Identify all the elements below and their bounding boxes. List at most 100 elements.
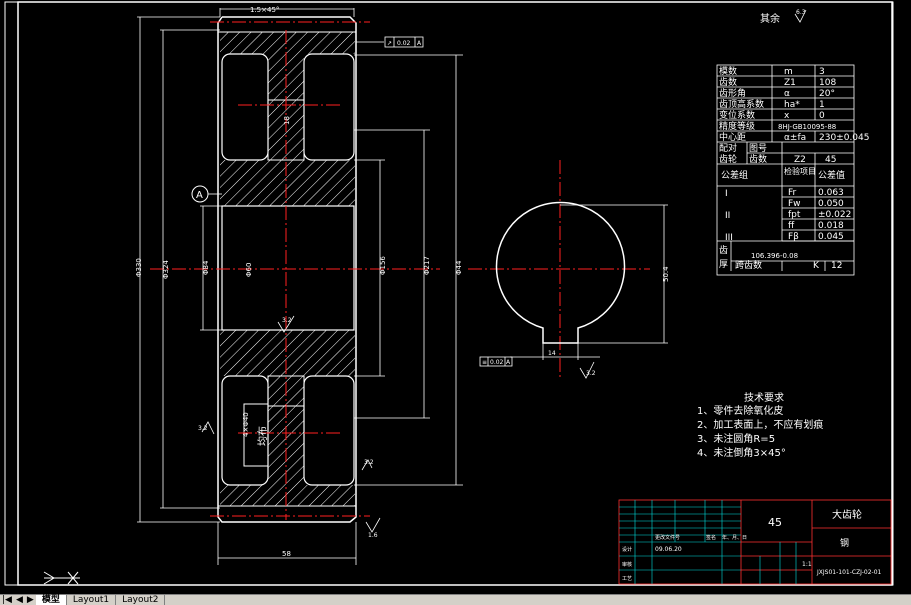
dim-key-depth: 50.4 [662, 266, 670, 282]
roughness-mark-a: 3.2 [282, 317, 292, 324]
title-block-text: 45 大齿轮 钢 JXJS01-101-CZJ-02-01 1:1 09.06.… [622, 508, 882, 582]
ucs-icon [43, 571, 80, 585]
tech-item-3: 3、未注圆角R=5 [697, 432, 775, 445]
tol-header-item: 检验项目 [784, 166, 816, 176]
title-col-6: 年、月、日 [722, 534, 747, 541]
tol-value-3: 0.018 [818, 221, 844, 231]
tol-group-2: II [725, 211, 730, 221]
gtol-key-ref: A [506, 359, 511, 366]
gtol-top-value: 0.02 [397, 40, 411, 47]
dim-width: 58 [282, 550, 291, 558]
title-col-5: 签名 [706, 534, 716, 541]
span-val: 12 [831, 261, 842, 271]
title-col-4: 更改文件号 [655, 534, 680, 541]
cad-canvas[interactable]: 1.5×45° 58 18 Φ330 Φ324 Φ84 Φ156 Φ217 Φ4… [0, 0, 911, 594]
param-name-2: 齿形角 [719, 87, 746, 99]
param-name-5: 精度等级 [719, 120, 755, 132]
drawing-date: 09.06.20 [655, 546, 682, 553]
tol-value-0: 0.063 [818, 188, 844, 198]
holes-note: 均布 [257, 426, 269, 446]
dim-chamfer-top: 1.5×45° [250, 6, 279, 14]
title-role-1: 设计 [622, 546, 632, 553]
tol-item-4: Fβ [788, 232, 799, 242]
tol-item-2: fpt [788, 210, 801, 220]
dim-root: Φ324 [162, 260, 170, 279]
roughness-mark-e: 1.6 [368, 532, 378, 539]
tol-item-3: ff [788, 221, 795, 231]
param-val-4: 0 [819, 111, 825, 121]
part-name: 大齿轮 [832, 508, 862, 521]
param-sym-1: Z1 [784, 78, 796, 88]
param-val-6: 230±0.045 [819, 133, 869, 143]
tooth-label-a: 齿 [719, 245, 728, 256]
tol-value-4: 0.045 [818, 232, 844, 242]
tech-requirements: 技术要求 1、零件去除氧化皮 2、加工表面上，不应有划痕 3、未注圆角R=5 4… [697, 391, 823, 459]
param-val-1: 108 [819, 78, 836, 88]
param-name-1: 齿数 [719, 76, 737, 88]
param-sym-4: x [784, 111, 790, 121]
tol-value-2: ±0.022 [818, 210, 851, 220]
gtol-top-ref: A [417, 40, 422, 47]
span-sym: K [813, 261, 820, 271]
material-value: 45 [768, 516, 782, 529]
mating-col-2: 齿数 [749, 153, 767, 165]
gtol-top[interactable]: ↗ 0.02 A [356, 36, 424, 48]
svg-text:≡: ≡ [482, 359, 487, 366]
mating-sym: Z2 [794, 155, 806, 165]
param-rows: 模数 m 3 齿数 Z1 108 齿形角 α 20° 齿顶高系数 ha* 1 变位系数 x 0 精度等级 8HJ… [717, 65, 869, 271]
roughness-mark-d: 3.2 [586, 370, 596, 377]
mating-col-1: 图号 [749, 143, 767, 154]
param-val-2: 20° [819, 89, 835, 99]
datum-label: A [196, 190, 203, 201]
dim-holes-count: 4×Φ40 [242, 412, 250, 437]
param-val-3: 1 [819, 100, 825, 110]
tech-item-1: 1、零件去除氧化皮 [697, 404, 783, 417]
svg-text:↗: ↗ [387, 40, 392, 47]
param-name-0: 模数 [719, 65, 737, 77]
bore-side-view[interactable]: 50.4 14 ≡ 0.02 A [479, 201, 670, 367]
tol-header-group: 公差组 [721, 169, 748, 181]
tol-item-0: Fr [788, 188, 797, 198]
layout-tab-bar: |◀ ◀ ▶ 模型 Layout1 Layout2 [0, 594, 911, 605]
drawing-frame-inner [17, 1, 893, 586]
material-name: 钢 [840, 537, 849, 549]
dim-holes: Φ217 [423, 256, 431, 275]
roughness-general: 其余 [760, 12, 780, 25]
tech-title: 技术要求 [744, 391, 784, 404]
mating-label-1: 配对 [719, 142, 737, 154]
dim-holeloc: Φ156 [379, 256, 387, 275]
tooth-value: 106.396-0.08 [751, 252, 798, 260]
dim-outer: Φ330 [135, 258, 143, 277]
param-val-0: 3 [819, 67, 825, 77]
roughness-top-value: 6.3 [796, 9, 806, 16]
gtol-key-value: 0.02 [490, 359, 504, 366]
dim-hole-d: Φ60 [245, 263, 253, 277]
drawing-number: JXJS01-101-CZJ-02-01 [816, 569, 882, 576]
mating-label-2: 齿轮 [719, 153, 737, 165]
param-sym-2: α [784, 89, 790, 99]
dim-bore: Φ44 [455, 260, 463, 275]
tol-header-value: 公差值 [818, 169, 845, 181]
mating-val: 45 [825, 155, 836, 165]
param-sym-3: ha* [784, 100, 800, 110]
tech-item-2: 2、加工表面上，不应有划痕 [697, 418, 823, 431]
param-name-4: 变位系数 [719, 109, 755, 121]
tol-group-0: I [725, 189, 728, 199]
param-sym-6: α±fa [784, 133, 806, 143]
tol-item-1: Fw [788, 199, 801, 209]
dim-hub: Φ84 [202, 260, 210, 275]
dim-key-width: 14 [548, 350, 556, 357]
param-sym-0: m [784, 67, 793, 77]
drawing-scale: 1:1 [802, 561, 812, 568]
title-role-2: 审核 [622, 561, 632, 568]
drawing-frame-outer [4, 1, 894, 586]
param-name-3: 齿顶高系数 [719, 98, 764, 110]
tooth-label-b: 厚 [719, 259, 728, 270]
param-name-6: 中心距 [719, 131, 746, 143]
tol-group-4: III [725, 233, 733, 243]
dim-web: 18 [283, 116, 291, 125]
title-role-3: 工艺 [622, 576, 632, 582]
param-sym-5: 8HJ-GB10095-88 [778, 123, 836, 131]
tol-value-1: 0.050 [818, 199, 844, 209]
tech-item-4: 4、未注倒角3×45° [697, 446, 786, 459]
